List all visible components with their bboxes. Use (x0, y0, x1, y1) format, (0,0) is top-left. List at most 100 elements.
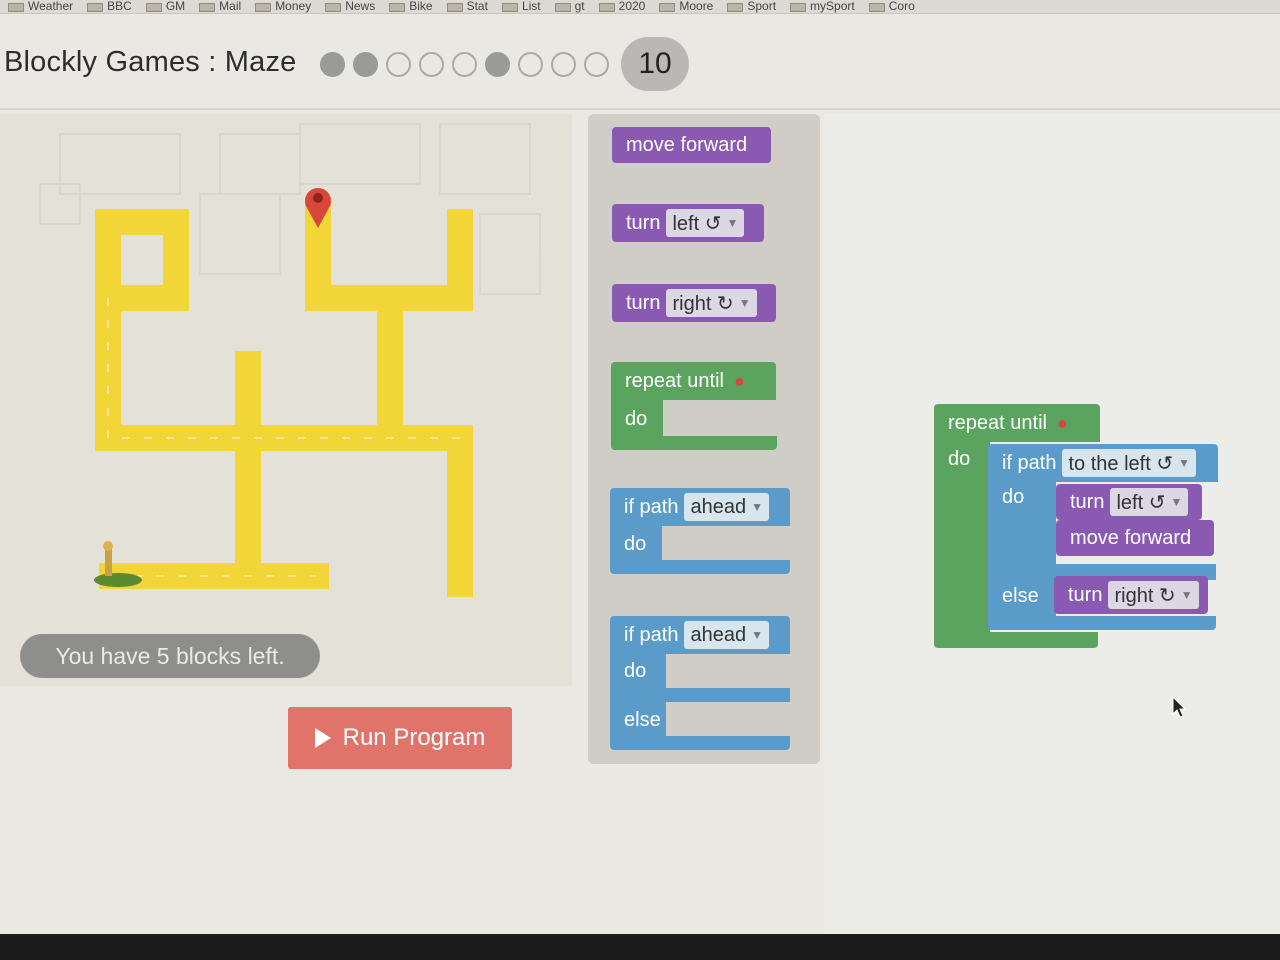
toolbox-turn-left-block[interactable]: turn left ↺ ▼ (612, 204, 764, 242)
turn-direction-dropdown[interactable]: left ↺ ▼ (1110, 488, 1189, 516)
if-path-label: if path (1002, 451, 1057, 474)
level-dot-2[interactable] (353, 51, 378, 77)
path-direction-dropdown[interactable]: ahead ▼ (684, 621, 769, 649)
bookmark-item[interactable]: List (501, 0, 541, 12)
bookmark-favicon-icon (790, 3, 807, 12)
level-dot-1[interactable] (320, 51, 345, 77)
goal-pin-icon: ● (1056, 412, 1068, 433)
bookmark-favicon-icon (554, 3, 571, 12)
bookmark-item[interactable]: Stat (446, 0, 488, 13)
level-dot-8[interactable] (551, 51, 576, 77)
bookmark-favicon-icon (659, 3, 676, 12)
level-dot-7[interactable] (518, 51, 543, 77)
dropdown-caret-icon: ▼ (1178, 456, 1190, 470)
else-label: else (624, 708, 661, 731)
run-program-label: Run Program (342, 724, 486, 751)
workspace-turn-left-block[interactable]: turn left ↺ ▼ (1056, 484, 1202, 520)
level-selector: 10 (320, 37, 689, 91)
bookmark-favicon-icon (868, 3, 885, 12)
current-level-badge[interactable]: 10 (621, 37, 689, 91)
if-else-block-bottom (610, 736, 790, 750)
bookmark-item[interactable]: Bike (389, 0, 433, 13)
do-label: do (948, 448, 971, 470)
bookmark-label: Bike (409, 0, 433, 13)
toolbox-turn-right-block[interactable]: turn right ↻ ▼ (612, 284, 776, 322)
bookmark-label: gt (574, 0, 585, 13)
blocks-remaining-status: You have 5 blocks left. (20, 634, 320, 678)
do-label: do (625, 407, 648, 430)
turn-direction-value: right ↻ (1114, 584, 1176, 607)
if-path-label: if path (624, 623, 679, 646)
bookmark-item[interactable]: BBC (87, 0, 132, 12)
bookmark-item[interactable]: 2020 (598, 0, 645, 12)
bookmark-label: Money (275, 0, 312, 13)
workspace-if-bottom (988, 616, 1216, 630)
bookmark-label: Coro (888, 0, 915, 13)
bookmark-item[interactable]: gt (554, 0, 585, 13)
bookmark-favicon-icon (389, 3, 406, 12)
goal-pin-icon: ● (733, 370, 745, 391)
bookmark-label: Mail (219, 0, 242, 13)
bookmark-item[interactable]: GM (145, 0, 186, 13)
if-else-do-arm: do (610, 654, 666, 688)
bookmark-item[interactable]: News (325, 0, 375, 12)
level-dot-5[interactable] (452, 51, 477, 77)
level-dot-3[interactable] (386, 51, 411, 77)
bookmark-label: Stat (466, 0, 488, 13)
move-forward-label: move forward (626, 133, 748, 156)
bookmark-item[interactable]: Weather (8, 0, 73, 12)
turn-direction-dropdown[interactable]: right ↻ ▼ (666, 289, 757, 317)
program-workspace[interactable]: repeat until ● do if path to the left ↺ ▼… (824, 114, 1280, 934)
workspace-repeat-until-block[interactable]: repeat until ● (934, 404, 1100, 442)
repeat-until-label: repeat until (625, 369, 724, 392)
turn-direction-dropdown[interactable]: right ↻ ▼ (1108, 581, 1199, 609)
bookmark-item[interactable]: Sport (727, 0, 776, 12)
bookmark-item[interactable]: Coro (868, 0, 915, 13)
if-else-else-arm: else (610, 702, 666, 738)
workspace-if-else-block[interactable]: if path to the left ↺ ▼ (988, 444, 1218, 482)
bookmark-label: Moore (679, 0, 714, 13)
bookmark-label: Sport (747, 0, 777, 13)
bookmark-label: mySport (810, 0, 855, 13)
bookmark-favicon-icon (325, 3, 342, 12)
turn-direction-dropdown[interactable]: left ↺ ▼ (666, 209, 745, 237)
run-program-button[interactable]: Run Program (288, 707, 512, 769)
repeat-until-label: repeat until (948, 411, 1047, 434)
level-dot-6[interactable] (485, 51, 510, 77)
move-forward-label: move forward (1070, 526, 1192, 549)
toolbox-if-path-block[interactable]: if path ahead ▼ (610, 488, 790, 526)
bookmark-favicon-icon (8, 3, 24, 12)
dropdown-caret-icon: ▼ (751, 500, 763, 514)
do-label: do (1002, 486, 1025, 508)
level-dot-9[interactable] (584, 51, 609, 77)
path-direction-dropdown[interactable]: ahead ▼ (684, 493, 769, 521)
workspace-repeat-do-arm: do (934, 442, 990, 632)
turn-label: turn (1070, 490, 1105, 513)
bookmark-label: Weather (28, 0, 74, 13)
repeat-do-arm: do (611, 400, 663, 438)
dropdown-caret-icon: ▼ (726, 216, 739, 230)
bookmark-item[interactable]: Mail (199, 0, 241, 12)
bookmark-favicon-icon (501, 3, 518, 12)
toolbox-move-forward-block[interactable]: move forward (612, 127, 771, 163)
if-else-middle-bar (610, 688, 790, 702)
workspace-turn-right-block[interactable]: turn right ↻ ▼ (1054, 576, 1208, 614)
turn-direction-value: left ↺ (672, 212, 722, 235)
dropdown-caret-icon: ▼ (751, 628, 763, 642)
bookmark-item[interactable]: Money (255, 0, 311, 12)
dropdown-caret-icon: ▼ (1180, 588, 1193, 602)
path-direction-value: ahead (690, 495, 747, 518)
workspace-move-forward-block[interactable]: move forward (1056, 520, 1214, 556)
toolbox-repeat-until-block[interactable]: repeat until ● (611, 362, 776, 400)
dropdown-caret-icon: ▼ (1170, 495, 1183, 509)
mouse-cursor-icon (1172, 696, 1187, 718)
bookmark-item[interactable]: mySport (790, 0, 855, 12)
bookmark-item[interactable]: Moore (659, 0, 713, 12)
level-dot-4[interactable] (419, 51, 444, 77)
dropdown-caret-icon: ▼ (738, 296, 751, 310)
path-direction-value: to the left ↺ (1068, 452, 1174, 475)
path-direction-value: ahead (690, 623, 747, 646)
toolbox-if-else-path-block[interactable]: if path ahead ▼ (610, 616, 790, 654)
bookmark-label: GM (165, 0, 186, 13)
path-direction-dropdown[interactable]: to the left ↺ ▼ (1062, 449, 1196, 477)
